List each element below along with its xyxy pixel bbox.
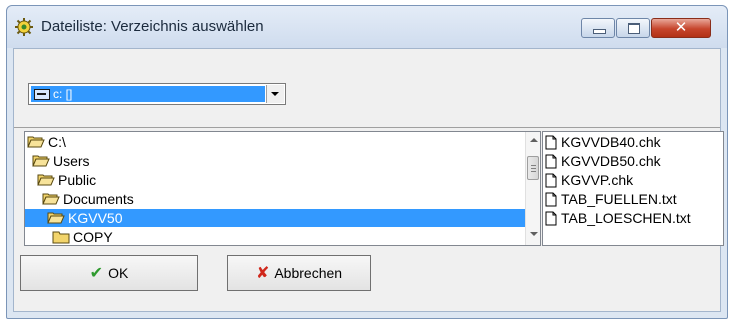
divider <box>14 127 720 128</box>
drive-select-value: c: [] <box>31 86 265 102</box>
drive-dropdown-button[interactable] <box>266 85 284 103</box>
list-item-dir-3[interactable]: Documents <box>42 190 134 208</box>
open-folder-icon <box>27 136 45 148</box>
file-icon <box>545 173 557 188</box>
dir-label: C:\ <box>48 134 66 150</box>
file-label: TAB_FUELLEN.txt <box>561 191 677 207</box>
directory-scrollbar[interactable] <box>525 132 540 245</box>
dir-label: Documents <box>63 191 134 207</box>
file-icon <box>545 192 557 207</box>
closed-folder-icon <box>52 231 70 244</box>
open-folder-icon <box>32 155 50 167</box>
dialog-client-area: c: [] C:\ Users Public Documents KGVV50 <box>13 48 724 312</box>
ok-label: OK <box>108 265 129 281</box>
file-list[interactable]: KGVVDB40.chk KGVVDB50.chk KGVVP.chk TAB_… <box>542 131 724 246</box>
list-item-dir-5[interactable]: COPY <box>52 228 113 245</box>
file-label: TAB_LOESCHEN.txt <box>561 210 691 226</box>
file-icon <box>545 154 557 169</box>
ok-button[interactable]: ✔ OK <box>20 255 198 291</box>
chevron-down-icon <box>271 92 279 96</box>
drive-select[interactable]: c: [] <box>28 83 286 105</box>
list-item-dir-1[interactable]: Users <box>32 152 90 170</box>
file-label: KGVVDB50.chk <box>561 153 661 169</box>
green-check-icon: ✔ <box>89 263 104 282</box>
grip-line <box>531 168 536 169</box>
list-item-dir-2[interactable]: Public <box>37 171 96 189</box>
file-icon <box>545 211 557 226</box>
close-icon: ✕ <box>674 18 688 36</box>
cancel-label: Abbrechen <box>274 265 343 281</box>
red-x-icon: ✘ <box>255 263 270 282</box>
dir-label: Public <box>58 172 97 188</box>
scrollbar-thumb[interactable] <box>527 156 539 180</box>
dialog-window: Dateiliste: Verzeichnis auswählen ✕ c: [… <box>6 5 728 319</box>
scroll-down-icon[interactable] <box>530 232 538 236</box>
minimize-icon <box>593 29 606 34</box>
list-item-dir-0[interactable]: C:\ <box>27 133 66 151</box>
open-folder-icon <box>42 193 60 205</box>
drive-icon <box>34 89 50 100</box>
list-item-dir-4[interactable]: KGVV50 <box>25 209 525 227</box>
close-button[interactable]: ✕ <box>651 18 711 38</box>
dir-label: COPY <box>73 229 113 245</box>
window-title: Dateiliste: Verzeichnis auswählen <box>41 18 264 35</box>
list-item-file-2[interactable]: KGVVP.chk <box>545 171 633 189</box>
file-icon <box>545 135 557 150</box>
list-item-file-3[interactable]: TAB_FUELLEN.txt <box>545 190 677 208</box>
drive-label: c: [] <box>53 87 73 101</box>
list-item-file-1[interactable]: KGVVDB50.chk <box>545 152 661 170</box>
file-label: KGVVDB40.chk <box>561 134 661 150</box>
open-folder-icon <box>37 174 55 186</box>
grip-line <box>531 165 536 166</box>
cancel-button[interactable]: ✘ Abbrechen <box>227 255 371 291</box>
minimize-button[interactable] <box>581 18 615 38</box>
maximize-icon <box>628 23 640 34</box>
open-folder-icon <box>47 212 65 224</box>
file-label: KGVVP.chk <box>561 172 634 188</box>
scroll-up-icon[interactable] <box>530 138 538 142</box>
dir-label: Users <box>53 153 90 169</box>
grip-line <box>531 171 536 172</box>
yellow-gear-icon <box>15 18 33 36</box>
dir-label: KGVV50 <box>68 210 123 226</box>
directory-list[interactable]: C:\ Users Public Documents KGVV50 COPY <box>24 131 541 246</box>
list-item-file-4[interactable]: TAB_LOESCHEN.txt <box>545 209 691 227</box>
list-item-file-0[interactable]: KGVVDB40.chk <box>545 133 661 151</box>
maximize-button[interactable] <box>616 18 650 38</box>
title-bar[interactable]: Dateiliste: Verzeichnis auswählen ✕ <box>7 6 727 48</box>
